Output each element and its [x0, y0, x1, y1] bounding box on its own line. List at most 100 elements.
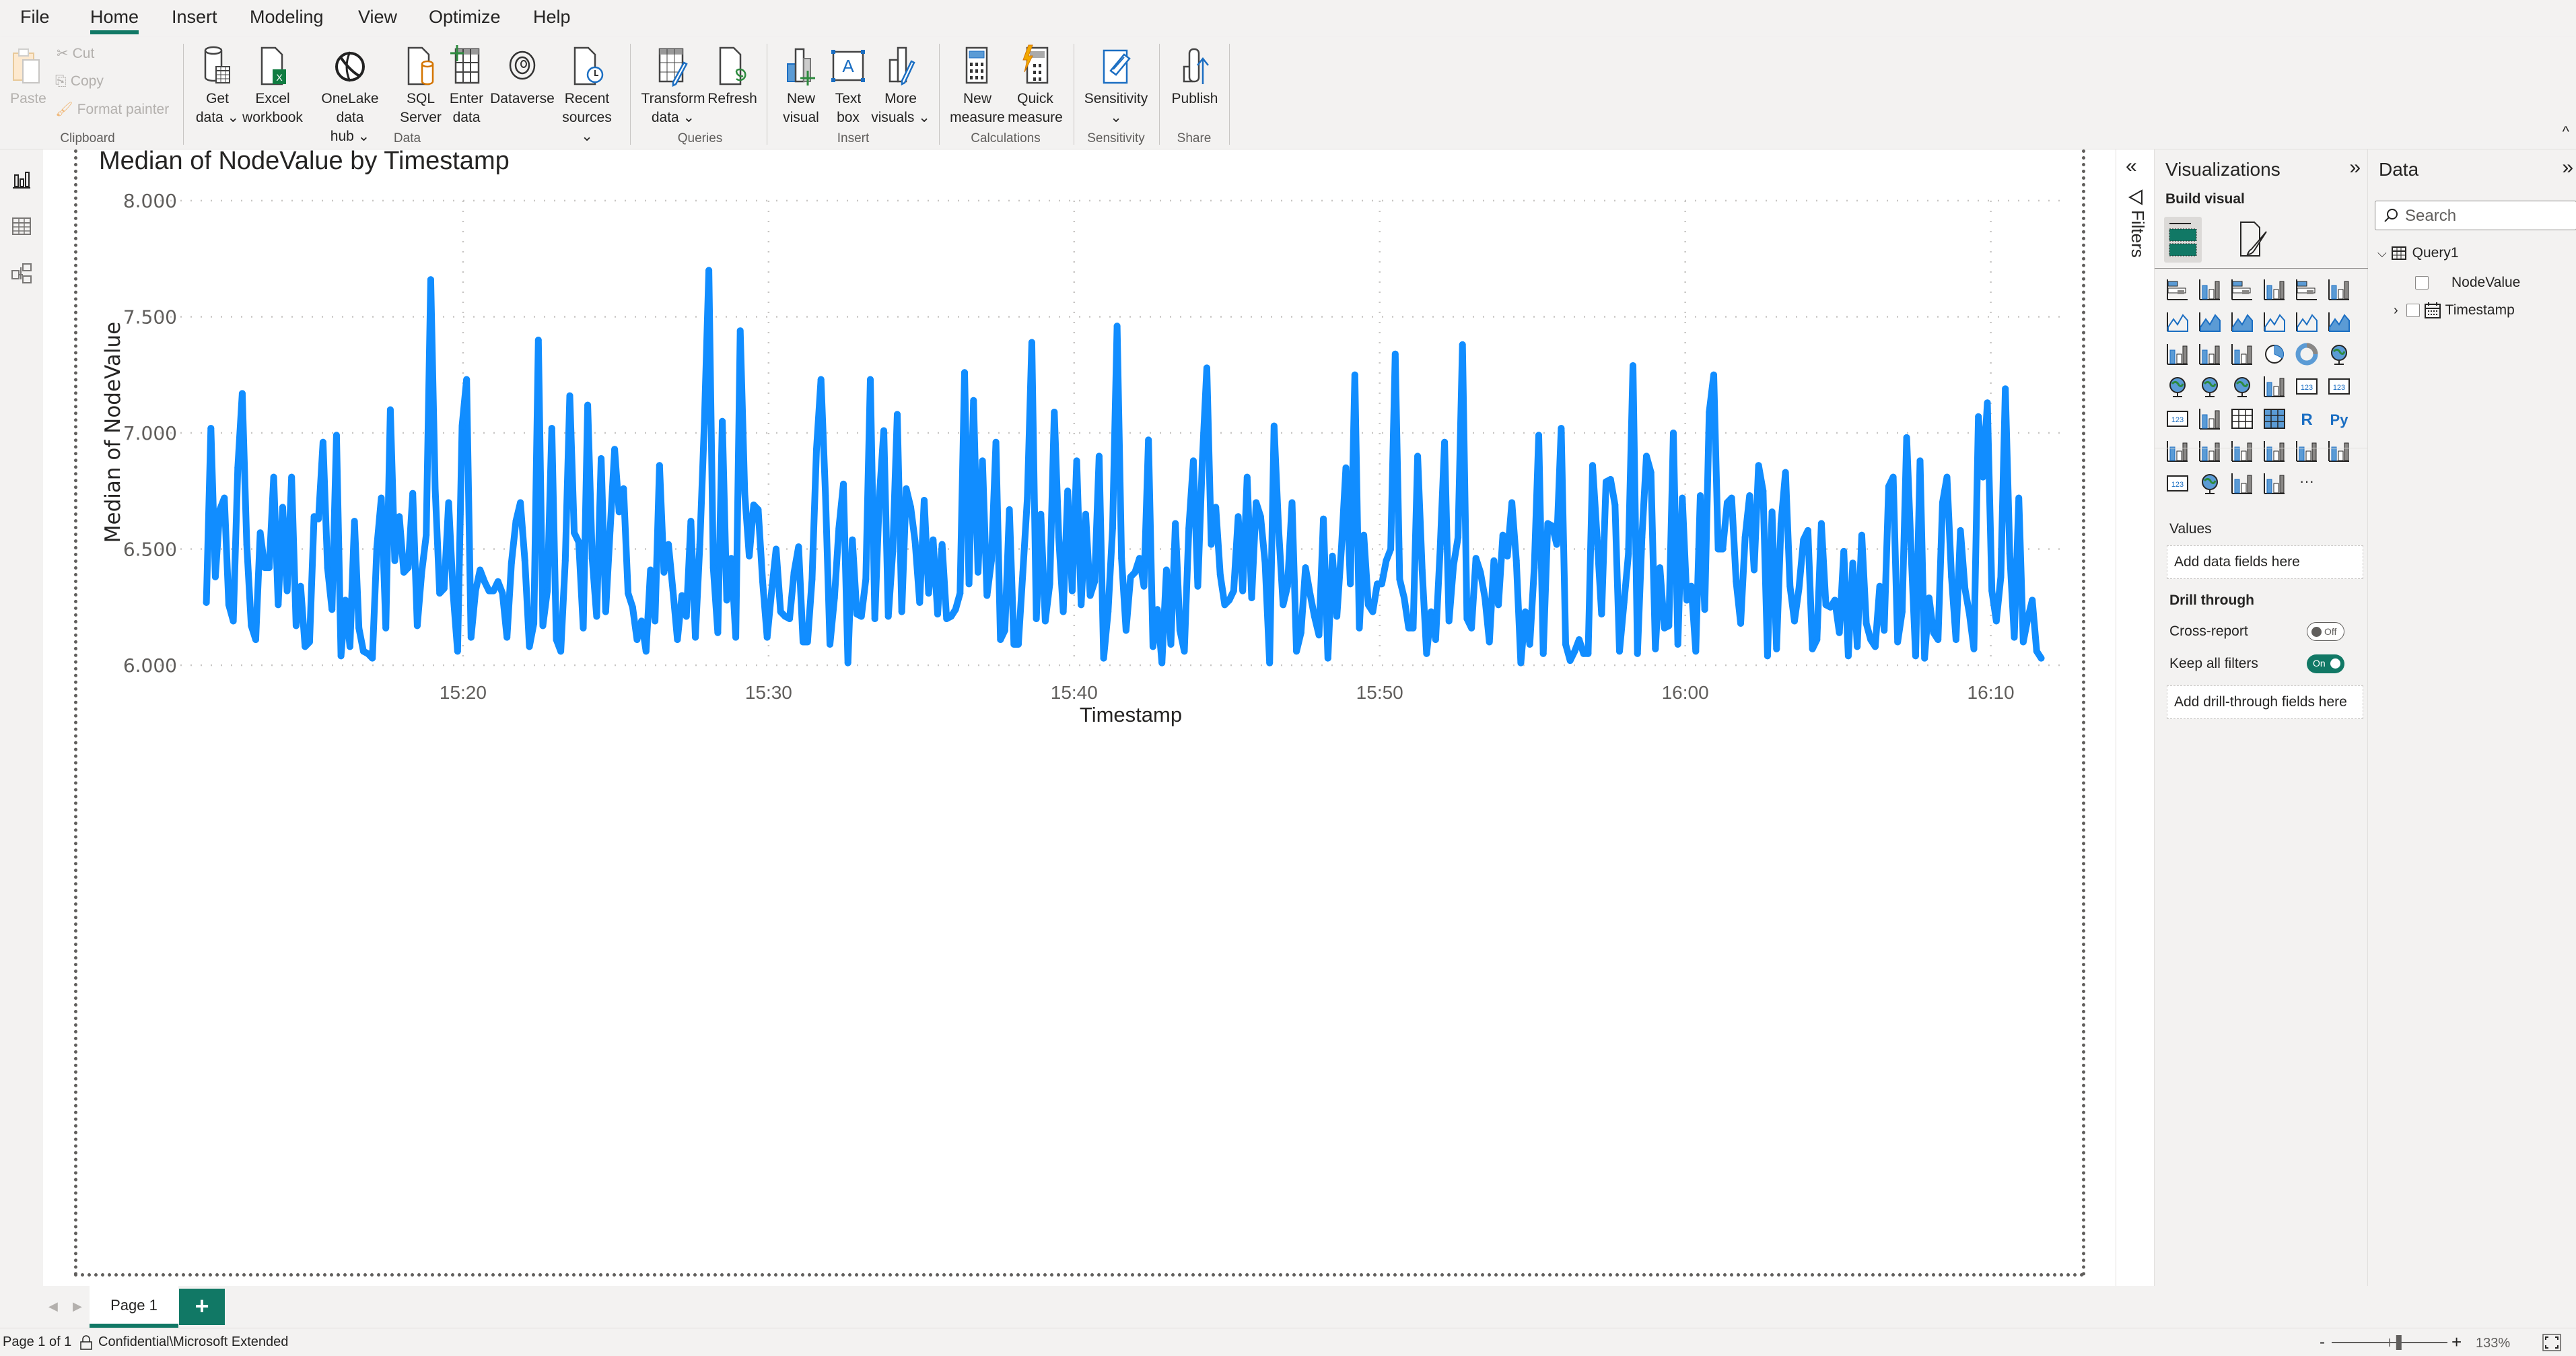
ribbon-chart-icon[interactable] — [2327, 310, 2351, 334]
tab-insert[interactable]: Insert — [172, 7, 217, 28]
model-view-icon[interactable] — [11, 263, 32, 284]
publish-button[interactable]: Publish — [1164, 44, 1225, 108]
values-drop-zone[interactable]: Add data fields here — [2167, 545, 2363, 579]
decomposition-tree-icon[interactable] — [2198, 439, 2222, 463]
tab-file[interactable]: File — [20, 7, 50, 28]
collapse-data-icon[interactable]: » — [2562, 156, 2573, 179]
new-measure-button[interactable]: New measure — [948, 44, 1007, 127]
waterfall-chart-icon[interactable] — [2165, 342, 2190, 366]
text-box-button[interactable]: A Text box — [827, 44, 870, 127]
100-stacked-bar-chart-icon[interactable] — [2295, 277, 2319, 302]
collapse-visualizations-icon[interactable]: » — [2349, 156, 2361, 179]
left-nav — [0, 149, 43, 1328]
refresh-button[interactable]: Refresh — [705, 44, 759, 108]
more-visuals-icon[interactable]: ··· — [2295, 471, 2319, 496]
chevron-right-icon[interactable]: › — [2394, 303, 2398, 318]
matrix-icon[interactable] — [2262, 407, 2287, 431]
line-and-clustered-column-chart-icon[interactable] — [2295, 310, 2319, 334]
python-visual-icon[interactable]: Py — [2327, 407, 2351, 431]
sensitivity-button[interactable]: Sensitivity ⌄ — [1080, 44, 1152, 127]
field-nodevalue[interactable]: NodeValue — [2415, 275, 2520, 291]
azure-map-icon[interactable] — [2230, 374, 2254, 399]
100-stacked-column-chart-icon[interactable] — [2327, 277, 2351, 302]
tab-view[interactable]: View — [358, 7, 397, 28]
fit-to-page-icon[interactable] — [2542, 1334, 2561, 1351]
sensitivity-icon — [1103, 49, 1131, 84]
dataverse-button[interactable]: Dataverse — [490, 44, 555, 108]
line-chart-icon[interactable] — [2165, 310, 2190, 334]
add-page-button[interactable]: + — [179, 1289, 225, 1325]
format-visual-icon[interactable] — [2238, 219, 2270, 259]
stacked-area-chart-icon[interactable] — [2230, 310, 2254, 334]
filters-label[interactable]: Filters — [2127, 210, 2148, 258]
build-visual-tab[interactable] — [2164, 217, 2202, 263]
pie-chart-icon[interactable] — [2262, 342, 2287, 366]
tab-optimize[interactable]: Optimize — [429, 7, 501, 28]
funnel-chart-icon[interactable] — [2198, 342, 2222, 366]
gauge-icon[interactable] — [2262, 374, 2287, 399]
treemap-icon[interactable] — [2327, 342, 2351, 366]
area-chart-icon[interactable] — [2198, 310, 2222, 334]
excel-workbook-button[interactable]: X Excel workbook — [242, 44, 303, 127]
next-page-icon[interactable]: ▶ — [73, 1299, 82, 1314]
table-node-query1[interactable]: ⌵ Query1 — [2377, 245, 2459, 261]
map-icon[interactable] — [2165, 374, 2190, 399]
get-data-button[interactable]: Get data ⌄ — [194, 44, 241, 127]
page-tab-page-1[interactable]: Page 1 — [90, 1286, 178, 1328]
field-timestamp[interactable]: › Timestamp — [2394, 302, 2515, 319]
power-apps-icon[interactable] — [2230, 471, 2254, 496]
zoom-slider-thumb[interactable] — [2396, 1335, 2402, 1350]
filled-map-icon[interactable] — [2198, 374, 2222, 399]
line-chart-visual[interactable] — [74, 149, 2085, 1277]
field-checkbox[interactable] — [2415, 276, 2429, 290]
tab-home[interactable]: Home — [90, 7, 139, 34]
new-visual-button[interactable]: New visual — [777, 44, 825, 127]
table-icon[interactable] — [2230, 407, 2254, 431]
quick-measure-button[interactable]: Quick measure — [1006, 44, 1065, 127]
zoom-out-button[interactable]: - — [2320, 1333, 2325, 1351]
report-view-icon[interactable] — [11, 168, 32, 190]
power-automate-icon[interactable] — [2262, 471, 2287, 496]
drill-through-drop-zone[interactable]: Add drill-through fields here — [2167, 685, 2363, 719]
arcgis-map-icon[interactable] — [2198, 471, 2222, 496]
collapse-ribbon-icon[interactable]: ^ — [2563, 123, 2569, 141]
paginated-report-icon[interactable] — [2327, 439, 2351, 463]
sql-server-button[interactable]: SQL Server — [397, 44, 444, 127]
stacked-bar-chart-icon[interactable] — [2165, 277, 2190, 302]
table-view-icon[interactable] — [11, 215, 32, 237]
more-visuals-button[interactable]: More visuals ⌄ — [868, 44, 933, 127]
key-influencers-icon[interactable] — [2165, 439, 2190, 463]
slicer-icon[interactable] — [2198, 407, 2222, 431]
metrics-icon[interactable] — [2295, 439, 2319, 463]
r-script-visual-icon[interactable]: R — [2295, 407, 2319, 431]
smart-narrative-icon[interactable] — [2262, 439, 2287, 463]
kpi-icon[interactable]: 123 — [2165, 407, 2190, 431]
power-automate-card-icon[interactable]: 123 — [2165, 471, 2190, 496]
tab-help[interactable]: Help — [533, 7, 571, 28]
donut-chart-icon[interactable] — [2295, 342, 2319, 366]
line-and-stacked-column-chart-icon[interactable] — [2262, 310, 2287, 334]
cross-report-toggle[interactable]: Off — [2307, 622, 2344, 641]
tab-modeling[interactable]: Modeling — [250, 7, 324, 28]
clustered-column-chart-icon[interactable] — [2262, 277, 2287, 302]
previous-page-icon[interactable]: ◀ — [48, 1299, 58, 1314]
data-search-input[interactable]: Search — [2375, 201, 2576, 230]
copy-button[interactable]: ⎘ Copy — [55, 73, 104, 90]
field-checkbox[interactable] — [2406, 304, 2420, 317]
expand-filters-icon[interactable]: « — [2126, 155, 2137, 178]
transform-data-button[interactable]: Transform data ⌄ — [639, 44, 707, 127]
filters-pane-collapsed[interactable]: « Filters — [2116, 149, 2155, 1328]
sensitivity-label[interactable]: Confidential\Microsoft Extended — [79, 1334, 288, 1350]
format-painter-button[interactable]: 🖌 Format painter — [55, 102, 169, 118]
multi-row-card-icon[interactable]: 123 — [2327, 374, 2351, 399]
enter-data-button[interactable]: Enter data — [443, 44, 490, 127]
scatter-chart-icon[interactable] — [2230, 342, 2254, 366]
clustered-bar-chart-icon[interactable] — [2230, 277, 2254, 302]
keep-all-filters-toggle[interactable]: On — [2307, 654, 2344, 673]
card-icon[interactable]: 123 — [2295, 374, 2319, 399]
qa-icon[interactable] — [2230, 439, 2254, 463]
zoom-in-button[interactable]: + — [2451, 1332, 2462, 1352]
cut-button[interactable]: ✂ Cut — [57, 45, 94, 62]
paste-button[interactable]: Paste — [9, 44, 47, 108]
stacked-column-chart-icon[interactable] — [2198, 277, 2222, 302]
